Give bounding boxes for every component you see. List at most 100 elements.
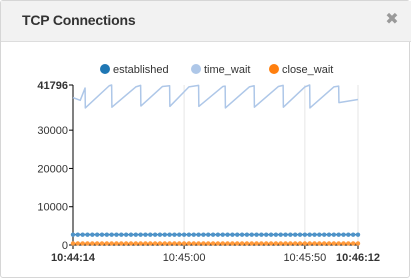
data-point-close_wait [157,241,163,246]
data-point-established [114,232,119,237]
series-time_wait [72,84,359,109]
data-point-established [283,232,288,237]
data-point-established [172,232,177,237]
data-point-close_wait [210,241,216,246]
data-point-established [264,232,269,237]
data-point-established [148,232,153,237]
data-point-established [249,232,254,237]
data-point-close_wait [128,241,134,246]
data-point-close_wait [94,241,100,246]
chart-legend[interactable]: established time_wait close_wait [100,64,333,76]
x-tick-label: 10:45:00 [163,252,206,264]
data-point-established [355,232,361,237]
legend-label-time_wait: time_wait [204,64,250,76]
legend-label-established: established [113,64,169,76]
y-tick-label: 0 [62,240,68,252]
data-point-close_wait [152,241,158,246]
data-point-close_wait [307,241,312,246]
data-point-established [321,232,327,237]
data-point-close_wait [297,241,303,246]
y-tick-label: 20000 [37,163,68,175]
data-point-established [191,232,196,237]
data-point-established [254,232,259,237]
legend-swatch-established [100,64,110,74]
data-point-close_wait [206,241,211,246]
chart-grid [183,85,306,245]
data-point-close_wait [143,241,148,246]
data-point-close_wait [220,241,225,246]
data-point-close_wait [181,241,187,246]
data-point-close_wait [259,241,264,246]
data-point-established [206,232,211,237]
data-point-established [278,232,283,237]
panel-header: TCP Connections ✖ [1,1,411,42]
data-point-close_wait [239,241,245,246]
data-point-established [273,232,279,237]
y-tick-label: 10000 [37,202,68,214]
data-point-close_wait [167,241,172,246]
data-point-close_wait [302,241,308,246]
close-icon[interactable]: ✖ [383,10,401,28]
data-point-established [230,232,235,237]
data-point-established [239,232,245,237]
series-established [70,232,361,237]
data-point-close_wait [264,241,269,246]
data-point-established [152,232,158,237]
data-point-established [288,232,293,237]
data-point-established [138,232,143,237]
data-point-established [75,232,81,237]
legend-item-close_wait[interactable]: close_wait [269,64,333,76]
tcp-connections-chart: established time_wait close_wait 0 10000 200… [37,64,380,264]
data-point-established [336,232,341,237]
series-line-time_wait [72,84,359,109]
legend-item-established[interactable]: established [100,64,169,76]
data-point-established [341,232,346,237]
data-point-established [80,232,85,237]
x-tick-label: 10:45:50 [283,252,326,264]
data-point-close_wait [331,241,337,246]
data-point-established [99,232,105,237]
data-point-established [85,232,90,237]
data-point-established [104,232,110,237]
data-point-established [307,232,312,237]
data-point-established [317,232,322,237]
data-point-established [123,232,129,237]
data-point-established [259,232,264,237]
data-point-established [167,232,172,237]
data-point-close_wait [273,241,279,246]
data-point-close_wait [249,241,254,246]
data-point-established [181,232,187,237]
data-point-close_wait [191,241,196,246]
data-point-established [133,232,138,237]
data-point-close_wait [90,241,95,246]
data-point-close_wait [283,241,288,246]
data-point-established [157,232,163,237]
data-point-established [186,232,192,237]
data-point-close_wait [254,241,259,246]
tcp-connections-panel: TCP Connections ✖ established time_wait cl… [0,0,411,278]
data-point-established [201,232,206,237]
data-point-established [302,232,308,237]
data-point-established [220,232,225,237]
data-point-close_wait [346,241,351,246]
data-point-close_wait [341,241,346,246]
data-point-close_wait [70,241,76,246]
data-point-close_wait [201,241,206,246]
data-point-established [293,232,298,237]
data-point-established [350,232,356,237]
data-point-established [235,232,240,237]
data-point-close_wait [321,241,327,246]
data-point-established [210,232,216,237]
data-point-established [326,232,332,237]
legend-item-time_wait[interactable]: time_wait [191,64,250,76]
data-point-close_wait [225,241,230,246]
chart-series [70,84,361,246]
data-point-established [177,232,182,237]
data-point-close_wait [109,241,114,246]
data-point-close_wait [75,241,81,246]
data-point-established [268,232,274,237]
data-point-close_wait [162,241,167,246]
x-tick-label: 10:44:14 [51,252,96,264]
panel-title: TCP Connections [22,12,136,28]
data-point-close_wait [104,241,110,246]
